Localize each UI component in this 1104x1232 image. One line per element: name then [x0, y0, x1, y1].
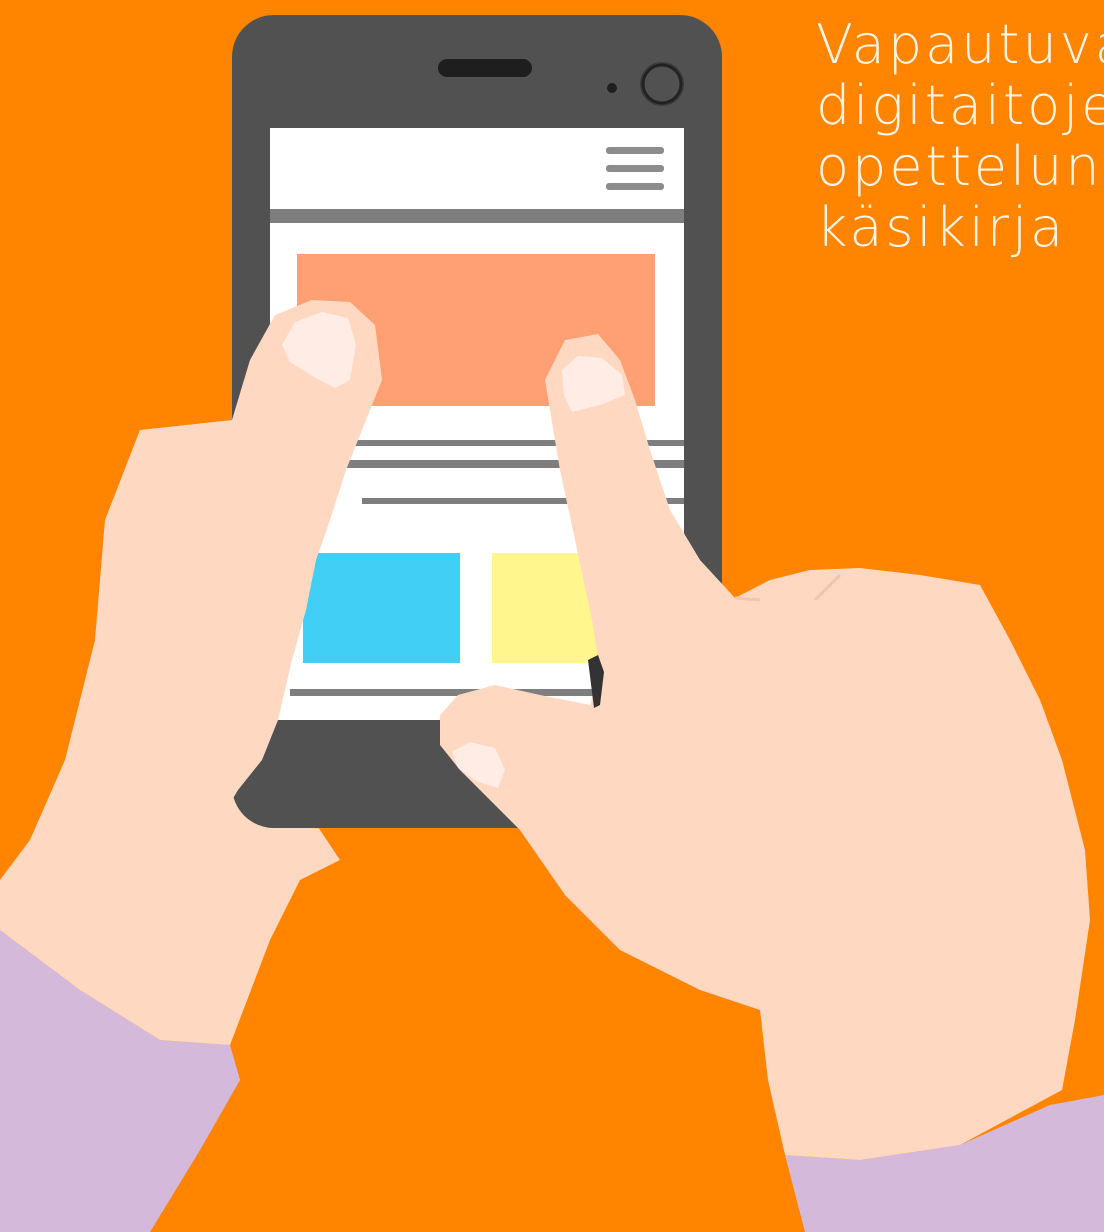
title-line-2: digitaitojen — [816, 74, 1104, 137]
blue-card — [303, 553, 460, 663]
title-line-3: opettelun — [816, 135, 1103, 198]
cover-page: Vapautuva digitaitojen opettelun käsikir… — [0, 0, 1104, 1232]
title-line-1: Vapautuva — [816, 14, 1104, 76]
title-line-4: käsikirja — [816, 196, 1067, 258]
cover-title: Vapautuva digitaitojen opettelun käsikir… — [816, 14, 1104, 258]
speaker-icon — [438, 59, 532, 77]
hamburger-menu-icon — [606, 147, 664, 190]
camera-icon — [640, 62, 684, 106]
